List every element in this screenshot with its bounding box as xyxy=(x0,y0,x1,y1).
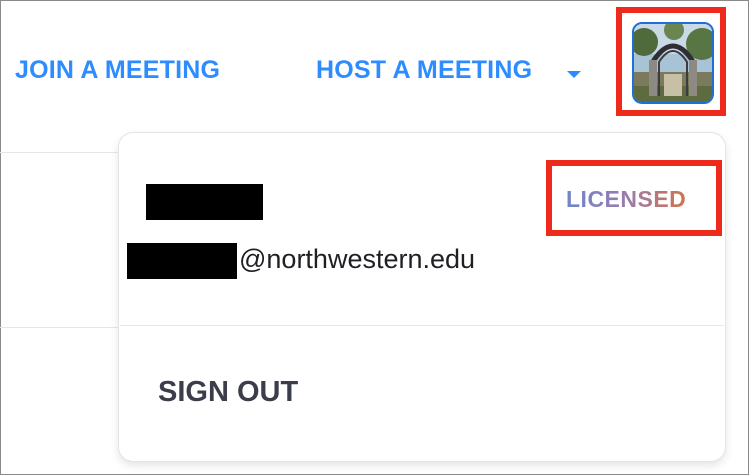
license-status-badge: LICENSED xyxy=(566,186,687,212)
header-bottom-border xyxy=(0,152,120,153)
host-meeting-menu[interactable]: HOST A MEETING xyxy=(316,56,532,85)
avatar[interactable] xyxy=(632,22,714,104)
menu-divider xyxy=(120,325,724,326)
redacted-email-user xyxy=(127,243,237,279)
content-divider-left xyxy=(0,327,120,328)
join-meeting-link[interactable]: JOIN A MEETING xyxy=(15,56,220,85)
chevron-down-icon[interactable] xyxy=(567,71,581,78)
account-email: @northwestern.edu xyxy=(239,244,476,274)
redacted-user-name xyxy=(146,184,263,220)
profile-photo-icon xyxy=(634,24,712,102)
sign-out-button[interactable]: SIGN OUT xyxy=(158,376,298,409)
